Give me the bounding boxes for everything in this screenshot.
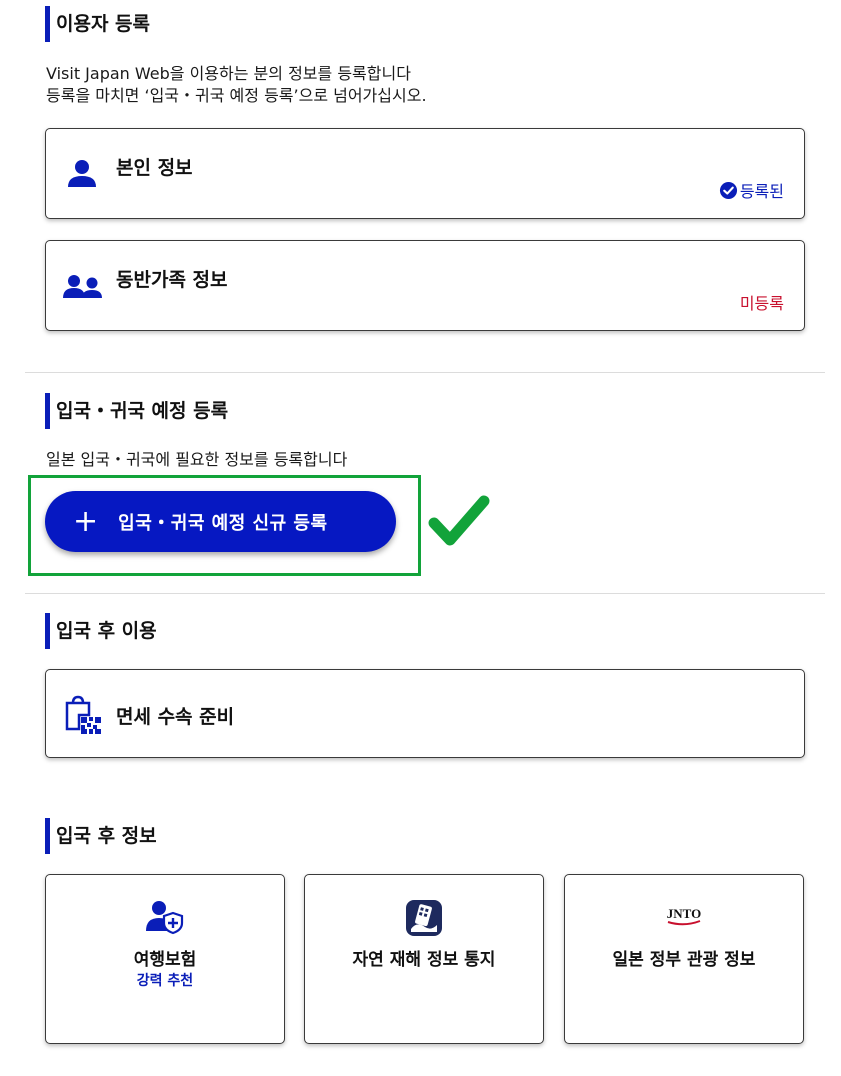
tax-free-label: 면세 수속 준비 <box>116 706 235 728</box>
divider <box>25 372 825 373</box>
disaster-info-tile[interactable]: 자연 재해 정보 통지 <box>304 874 544 1044</box>
japan-tourism-tile[interactable]: JNTO 일본 정부 관광 정보 <box>564 874 804 1044</box>
disaster-info-label: 자연 재해 정보 통지 <box>352 950 496 970</box>
check-mark-icon <box>428 493 490 553</box>
travel-insurance-label: 여행보험 <box>133 950 197 970</box>
entry-description: 일본 입국・귀국에 필요한 정보를 등록합니다 <box>46 450 348 469</box>
insurance-shield-icon <box>46 899 284 935</box>
travel-insurance-sub: 강력 추천 <box>136 973 194 989</box>
section-title-after-entry-use: 입국 후 이용 <box>45 613 157 649</box>
tax-free-card[interactable]: 면세 수속 준비 <box>45 669 805 758</box>
section-title-entry-plan: 입국・귀국 예정 등록 <box>45 393 228 429</box>
section-title-after-entry-info: 입국 후 정보 <box>45 818 157 854</box>
family-info-label: 동반가족 정보 <box>116 269 228 291</box>
registration-description-2: 등록을 마치면 ‘입국・귀국 예정 등록’으로 넘어가십시오. <box>46 86 427 105</box>
divider <box>25 593 825 594</box>
travel-insurance-tile[interactable]: 여행보험 강력 추천 <box>45 874 285 1044</box>
safety-tips-app-icon <box>305 899 543 937</box>
group-icon <box>62 273 104 303</box>
self-info-status: 등록된 <box>719 178 784 202</box>
plus-icon: + <box>73 503 99 539</box>
check-circle-icon <box>719 181 737 199</box>
svg-text:JNTO: JNTO <box>667 906 701 921</box>
family-info-status: 미등록 <box>739 294 784 313</box>
new-entry-registration-label: 입국・귀국 예정 신규 등록 <box>118 512 328 534</box>
family-info-card[interactable]: 동반가족 정보 미등록 <box>45 240 805 331</box>
tax-free-qr-icon <box>65 695 103 739</box>
registration-description-1: Visit Japan Web을 이용하는 분의 정보를 등록합니다 <box>46 64 411 83</box>
new-entry-registration-button[interactable]: + 입국・귀국 예정 신규 등록 <box>45 491 396 552</box>
japan-tourism-label: 일본 정부 관광 정보 <box>612 950 756 970</box>
section-title-user-registration: 이용자 등록 <box>45 6 150 42</box>
self-info-card[interactable]: 본인 정보 등록된 <box>45 128 805 219</box>
self-info-status-text: 등록된 <box>739 182 784 201</box>
jnto-logo: JNTO <box>565 905 803 927</box>
person-icon <box>66 158 98 192</box>
self-info-label: 본인 정보 <box>116 157 193 179</box>
